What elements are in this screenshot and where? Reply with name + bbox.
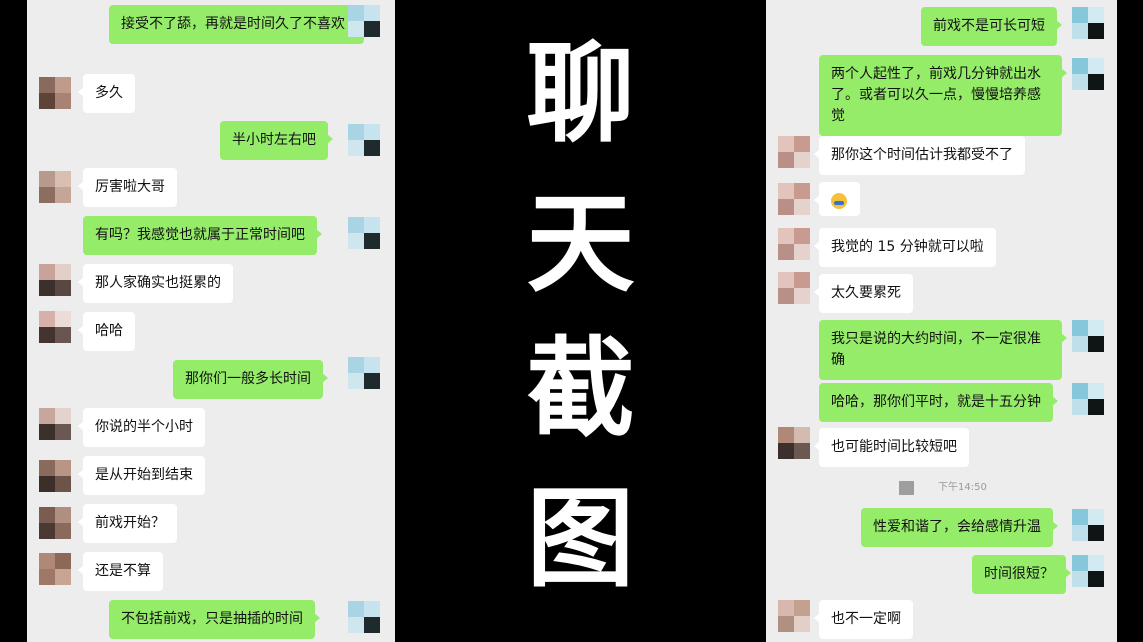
my-avatar	[348, 124, 380, 156]
message-bubble: 哈哈，那你们平时，就是十五分钟	[819, 383, 1058, 422]
contact-avatar	[39, 171, 71, 203]
message-bubble: 哈哈	[78, 312, 135, 351]
center-title-panel: 聊 天 截 图	[395, 0, 766, 642]
message-bubble: 多久	[78, 74, 135, 113]
contact-avatar	[39, 77, 71, 109]
contact-avatar	[778, 427, 810, 459]
message-bubble: 我觉的 15 分钟就可以啦	[814, 228, 996, 267]
my-avatar	[348, 357, 380, 389]
title-char: 截	[526, 326, 635, 452]
contact-avatar	[39, 460, 71, 492]
message-bubble: 半小时左右吧	[220, 121, 333, 160]
message-bubble: 还是不算	[78, 552, 163, 591]
contact-avatar	[778, 228, 810, 260]
my-avatar	[348, 5, 380, 37]
contact-avatar	[39, 507, 71, 539]
chat-timestamp: 下午14:50	[766, 480, 1117, 496]
message-bubble	[814, 182, 860, 216]
message-bubble: 那你这个时间估计我都受不了	[814, 136, 1025, 175]
my-avatar	[1072, 7, 1104, 39]
contact-avatar	[778, 183, 810, 215]
my-avatar	[1072, 320, 1104, 352]
message-bubble: 不包括前戏，只是抽插的时间	[109, 600, 320, 639]
contact-avatar	[39, 553, 71, 585]
message-bubble: 前戏不是可长可短	[921, 7, 1062, 46]
contact-avatar	[778, 600, 810, 632]
title-char: 聊	[526, 31, 635, 157]
contact-avatar	[39, 311, 71, 343]
my-avatar	[1072, 555, 1104, 587]
my-avatar	[348, 217, 380, 249]
my-avatar	[1072, 509, 1104, 541]
contact-avatar	[39, 408, 71, 440]
contact-avatar	[39, 264, 71, 296]
crying-laughing-emoji	[831, 193, 847, 209]
right-chat-screenshot: 前戏不是可长可短 两个人起性了，前戏几分钟就出水了。或者可以久一点，慢慢培养感觉…	[766, 0, 1117, 642]
message-bubble: 我只是说的大约时间，不一定很准确	[819, 320, 1067, 380]
left-chat-screenshot: 接受不了舔，再就是时间久了不喜欢 多久 半小时左右吧 厉害啦大哥 有吗？我感觉也…	[27, 0, 395, 642]
message-bubble: 性爱和谐了，会给感情升温	[861, 508, 1058, 547]
message-bubble: 时间很短？	[972, 555, 1071, 594]
message-bubble: 厉害啦大哥	[78, 168, 177, 207]
message-bubble: 也可能时间比较短吧	[814, 428, 969, 467]
contact-avatar	[778, 272, 810, 304]
title-char: 天	[526, 181, 635, 307]
contact-avatar	[778, 136, 810, 168]
message-bubble: 接受不了舔，再就是时间久了不喜欢	[109, 5, 369, 44]
my-avatar	[1072, 58, 1104, 90]
message-bubble: 你说的半个小时	[78, 408, 205, 447]
message-bubble: 是从开始到结束	[78, 456, 205, 495]
message-bubble: 前戏开始？	[78, 504, 177, 543]
my-avatar	[348, 601, 380, 633]
my-avatar	[1072, 383, 1104, 415]
redacted-block	[899, 481, 914, 495]
timestamp-text: 下午14:50	[938, 482, 987, 493]
message-bubble: 两个人起性了，前戏几分钟就出水了。或者可以久一点，慢慢培养感觉	[819, 55, 1067, 136]
title-char: 图	[526, 476, 635, 602]
message-bubble: 也不一定啊	[814, 600, 913, 639]
message-bubble: 那人家确实也挺累的	[78, 264, 233, 303]
message-bubble: 太久要累死	[814, 274, 913, 313]
message-bubble: 那你们一般多长时间	[173, 360, 328, 399]
message-bubble: 有吗？我感觉也就属于正常时间吧	[83, 216, 322, 255]
